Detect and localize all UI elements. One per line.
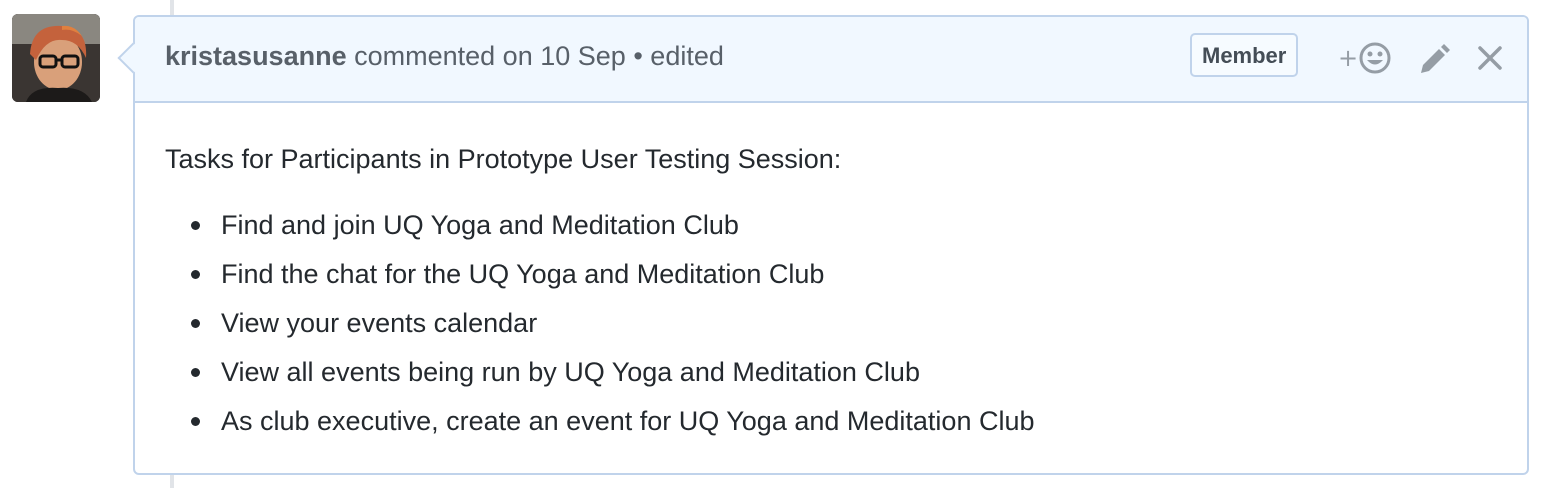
bullet-icon [191,368,200,377]
list-item: View your events calendar [191,303,1497,352]
bullet-icon [191,270,200,279]
task-text: View all events being run by UQ Yoga and… [221,357,920,387]
list-item: Find the chat for the UQ Yoga and Medita… [191,254,1497,303]
task-text: Find the chat for the UQ Yoga and Medita… [221,259,825,289]
task-text: Find and join UQ Yoga and Meditation Clu… [221,210,739,240]
author-link[interactable]: kristasusanne [165,41,347,71]
comment-meta: kristasusanne commented on 10 Sep • edit… [165,41,724,72]
list-item: As club executive, create an event for U… [191,401,1497,450]
comment-box: kristasusanne commented on 10 Sep • edit… [117,15,1529,475]
avatar-image [12,14,100,102]
meta-separator: • [633,41,643,71]
close-icon[interactable] [1477,45,1503,71]
task-text: View your events calendar [221,308,538,338]
comment-body: Tasks for Participants in Prototype User… [135,103,1527,450]
comment-header: kristasusanne commented on 10 Sep • edit… [135,17,1527,103]
list-item: View all events being run by UQ Yoga and… [191,352,1497,401]
comment-intro: Tasks for Participants in Prototype User… [165,144,842,174]
member-badge: Member [1190,33,1299,77]
list-item: Find and join UQ Yoga and Meditation Clu… [191,205,1497,254]
comment-date[interactable]: 10 Sep [540,41,626,71]
task-list: Find and join UQ Yoga and Meditation Clu… [165,205,1497,450]
add-reaction-plus: + [1338,44,1358,72]
comment-action: commented on [354,41,533,71]
bullet-icon [191,221,200,230]
task-text: As club executive, create an event for U… [221,406,1035,436]
edited-indicator[interactable]: edited [650,41,724,71]
smiley-face-icon[interactable]: + [1338,39,1394,77]
bullet-icon [191,417,200,426]
pencil-icon[interactable] [1417,41,1451,75]
avatar[interactable] [12,14,100,102]
bullet-icon [191,319,200,328]
